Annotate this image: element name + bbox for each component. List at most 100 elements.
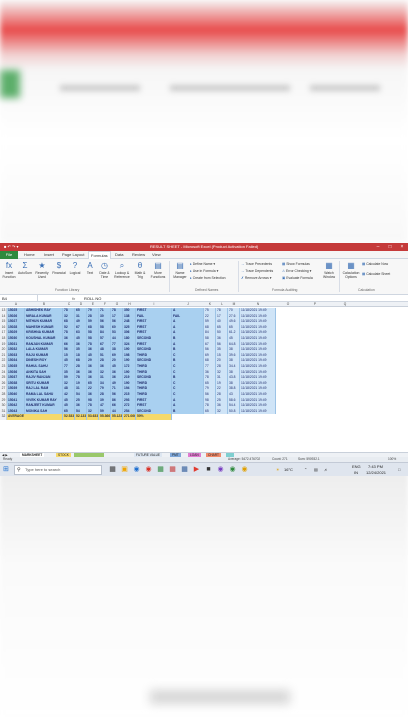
column-header-d[interactable]: D (75, 302, 87, 307)
calculate-now-button[interactable]: ▦Calculate Now (362, 262, 388, 266)
close-button[interactable]: × (396, 243, 408, 251)
cell-average-result[interactable]: 50% (136, 414, 172, 420)
tab-file[interactable]: File (0, 251, 18, 259)
define-name-button[interactable]: ▸Define Name ▾ (190, 262, 215, 266)
spreadsheet-grid[interactable]: ABCDEFGHIJKLMNOPQ 13 15025 ABHISHEK RAY 78 6… (0, 302, 408, 452)
name-manager-button[interactable]: ▤ Name Manager (172, 261, 188, 279)
cell-average-label[interactable]: AVERAGE (7, 414, 63, 420)
use-in-formula-button[interactable]: ▸Use in Formula ▾ (190, 269, 218, 273)
column-header-k[interactable]: K (204, 302, 216, 307)
create-from-selection-button[interactable]: ▸Create from Selection (190, 276, 226, 280)
cell-average-marks[interactable]: 55.12333 (111, 414, 123, 420)
window-title: RESULT SHEET - Microsoft Excel (Product … (150, 244, 259, 249)
column-header-m[interactable]: M (228, 302, 240, 307)
blurred-background-top (0, 0, 408, 243)
remove-arrows-button[interactable]: ✗Remove Arrows ▾ (241, 276, 271, 280)
question-icon: ? (72, 261, 78, 270)
task-view-icon[interactable]: ▦ (108, 465, 117, 474)
clock-date[interactable]: 12/24/2021 (366, 470, 386, 475)
file-explorer-icon[interactable]: ▣ (120, 465, 129, 474)
math-icon: θ (137, 261, 143, 270)
network-icon[interactable]: ▤ (314, 467, 318, 472)
blurred-background-bottom (0, 462, 408, 720)
volume-icon[interactable]: ♬ (324, 467, 328, 472)
error-checking-button[interactable]: ⚠Error Checking ▾ (282, 269, 311, 273)
app-icon[interactable]: ◉ (216, 465, 225, 474)
minimize-button[interactable]: – (372, 243, 384, 251)
blurred-background-bar (310, 85, 380, 91)
tab-insert[interactable]: Insert (44, 252, 54, 257)
word-icon[interactable]: ▦ (180, 465, 189, 474)
column-header-i[interactable]: I (136, 302, 172, 307)
more-functions-icon: ▤ (154, 261, 162, 270)
logical-button[interactable]: ? Logical (68, 261, 82, 275)
formula-input[interactable]: ROLL NO (84, 295, 101, 302)
name-box[interactable]: B4 (0, 295, 38, 302)
column-header-h[interactable]: H (123, 302, 136, 307)
tab-page-layout[interactable]: Page Layout (62, 252, 84, 257)
lookup-reference-button[interactable]: ⌕ Lookup & Reference (113, 261, 131, 279)
column-header-e[interactable]: E (87, 302, 99, 307)
weather-icon: ☀ (276, 467, 280, 472)
column-header-o[interactable]: O (276, 302, 300, 307)
column-header-f[interactable]: F (99, 302, 111, 307)
text-icon: A (87, 261, 93, 270)
excel-taskbar-icon[interactable]: ▦ (156, 465, 165, 474)
maximize-button[interactable]: □ (384, 243, 396, 251)
watch-window-button[interactable]: ▦ Watch Window (320, 261, 338, 279)
powerpoint-icon[interactable]: ▦ (168, 465, 177, 474)
tab-home[interactable]: Home (24, 252, 35, 257)
clock-time[interactable]: 7:43 PM (368, 464, 383, 469)
cell-average-marks[interactable]: 55.36667 (99, 414, 111, 420)
cell-average-marks[interactable]: 53.63333 (87, 414, 99, 420)
column-header-b[interactable]: B (25, 302, 63, 307)
quick-access-toolbar[interactable]: ■ ↶ ↷ ▾ (4, 244, 18, 249)
taskbar-search-box[interactable]: ⚲ Type here to search (14, 465, 102, 475)
column-headers: ABCDEFGHIJKLMNOPQ (0, 302, 408, 307)
calculation-options-button[interactable]: ▦ Calculation Options (341, 261, 361, 279)
app-icon[interactable]: ◉ (240, 465, 249, 474)
row-header[interactable]: 32 (0, 414, 7, 420)
column-header-q[interactable]: Q (330, 302, 360, 307)
autosum-button[interactable]: Σ AutoSum (18, 261, 32, 275)
financial-button[interactable]: $ Financial (52, 261, 66, 275)
recently-used-button[interactable]: ★ Recently Used (34, 261, 50, 279)
notification-icon[interactable]: □ (398, 467, 400, 472)
trace-precedents-button[interactable]: →Trace Precedents (241, 262, 272, 266)
tab-review[interactable]: Review (132, 252, 145, 257)
blurred-dock (150, 690, 290, 704)
edge-browser-icon[interactable]: ◉ (132, 465, 141, 474)
evaluate-icon: ▣ (282, 276, 286, 280)
calculate-sheet-button[interactable]: ▦Calculate Sheet (362, 272, 390, 276)
evaluate-formula-button[interactable]: ▣Evaluate Formula (282, 276, 313, 280)
math-trig-button[interactable]: θ Math & Trig (133, 261, 147, 279)
column-header-l[interactable]: L (216, 302, 228, 307)
app-icon[interactable]: ■ (204, 465, 213, 474)
column-header-a[interactable]: A (7, 302, 25, 307)
tab-formulas[interactable]: Formulas (88, 251, 111, 259)
column-header-c[interactable]: C (63, 302, 75, 307)
text-button[interactable]: A Text (84, 261, 96, 275)
insert-function-button[interactable]: fx Insert Function (2, 261, 16, 279)
windows-start-icon[interactable]: ⊞ (3, 466, 11, 474)
cell-average-total[interactable]: 271.0667 (123, 414, 136, 420)
weather-temp[interactable]: 16°C (284, 467, 293, 472)
trace-dependents-button[interactable]: →Trace Dependents (241, 269, 273, 273)
tab-view[interactable]: View (152, 252, 161, 257)
more-functions-button[interactable]: ▤ More Functions (149, 261, 167, 279)
column-header-j[interactable]: J (172, 302, 204, 307)
app-icon[interactable]: ◉ (228, 465, 237, 474)
chrome-icon[interactable]: ◉ (144, 465, 153, 474)
column-header-g[interactable]: G (111, 302, 123, 307)
tray-chevron-icon[interactable]: ⌃ (304, 467, 307, 472)
tab-data[interactable]: Data (115, 252, 123, 257)
show-formulas-button[interactable]: ▦Show Formulas (282, 262, 310, 266)
column-header-n[interactable]: N (240, 302, 276, 307)
insert-function-icon[interactable]: fx (72, 295, 75, 302)
cell-average-marks[interactable]: 52.53333 (63, 414, 75, 420)
language-indicator[interactable]: ENG (352, 464, 361, 469)
media-app-icon[interactable]: ▶ (192, 465, 201, 474)
cell-average-marks[interactable]: 52.13333 (75, 414, 87, 420)
column-header-p[interactable]: P (300, 302, 330, 307)
date-time-button[interactable]: ◷ Date & Time (98, 261, 111, 279)
